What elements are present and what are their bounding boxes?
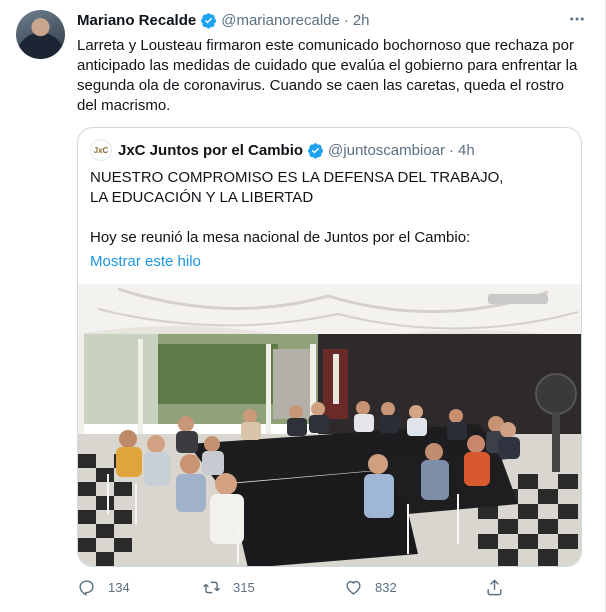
quoted-headline: NUESTRO COMPROMISO ES LA DEFENSA DEL TRA… — [90, 169, 504, 206]
separator-dot: · — [343, 11, 349, 29]
author-handle[interactable]: @marianorecalde — [221, 12, 340, 29]
reply-button[interactable]: 134 — [77, 578, 130, 597]
author-name[interactable]: Mariano Recalde — [77, 12, 196, 29]
reply-icon — [79, 580, 94, 596]
like-button[interactable]: 832 — [344, 578, 397, 597]
meeting-photo[interactable] — [78, 284, 581, 567]
heart-icon — [346, 580, 361, 595]
quoted-avatar: JxC — [90, 139, 112, 161]
quoted-tweet-body: NUESTRO COMPROMISO ES LA DEFENSA DEL TRA… — [90, 168, 570, 272]
quoted-tweet-header: JxC JxC Juntos por el Cambio @juntoscamb… — [90, 139, 475, 161]
quoted-tweet[interactable]: JxC JxC Juntos por el Cambio @juntoscamb… — [77, 127, 582, 567]
tweet[interactable]: Mariano Recalde @marianorecalde · 2h Lar… — [0, 0, 606, 612]
verified-badge-icon — [308, 142, 323, 159]
share-button[interactable] — [485, 578, 516, 597]
verified-badge-icon — [201, 12, 217, 29]
show-thread-link[interactable]: Mostrar este hilo — [90, 252, 570, 272]
retweet-icon — [203, 581, 220, 594]
separator-dot: · — [449, 141, 454, 159]
avatar[interactable] — [16, 10, 65, 59]
timestamp[interactable]: 2h — [353, 12, 370, 29]
quoted-author-handle[interactable]: @juntoscambioar — [328, 142, 445, 159]
tweet-actions: 134 315 832 — [77, 578, 557, 602]
tweet-text: Larreta y Lousteau firmaron este comunic… — [77, 37, 578, 114]
more-horizontal-icon — [570, 17, 584, 21]
retweet-count: 315 — [233, 580, 255, 595]
tweet-header: Mariano Recalde @marianorecalde · 2h — [77, 10, 370, 30]
retweet-button[interactable]: 315 — [202, 578, 255, 597]
more-options-icon[interactable] — [567, 10, 587, 30]
share-icon — [487, 579, 502, 596]
quoted-timestamp[interactable]: 4h — [458, 142, 475, 159]
quoted-text: Hoy se reunió la mesa nacional de Juntos… — [90, 229, 471, 246]
reply-count: 134 — [108, 580, 130, 595]
quoted-author-name[interactable]: JxC Juntos por el Cambio — [118, 142, 303, 159]
like-count: 832 — [375, 580, 397, 595]
